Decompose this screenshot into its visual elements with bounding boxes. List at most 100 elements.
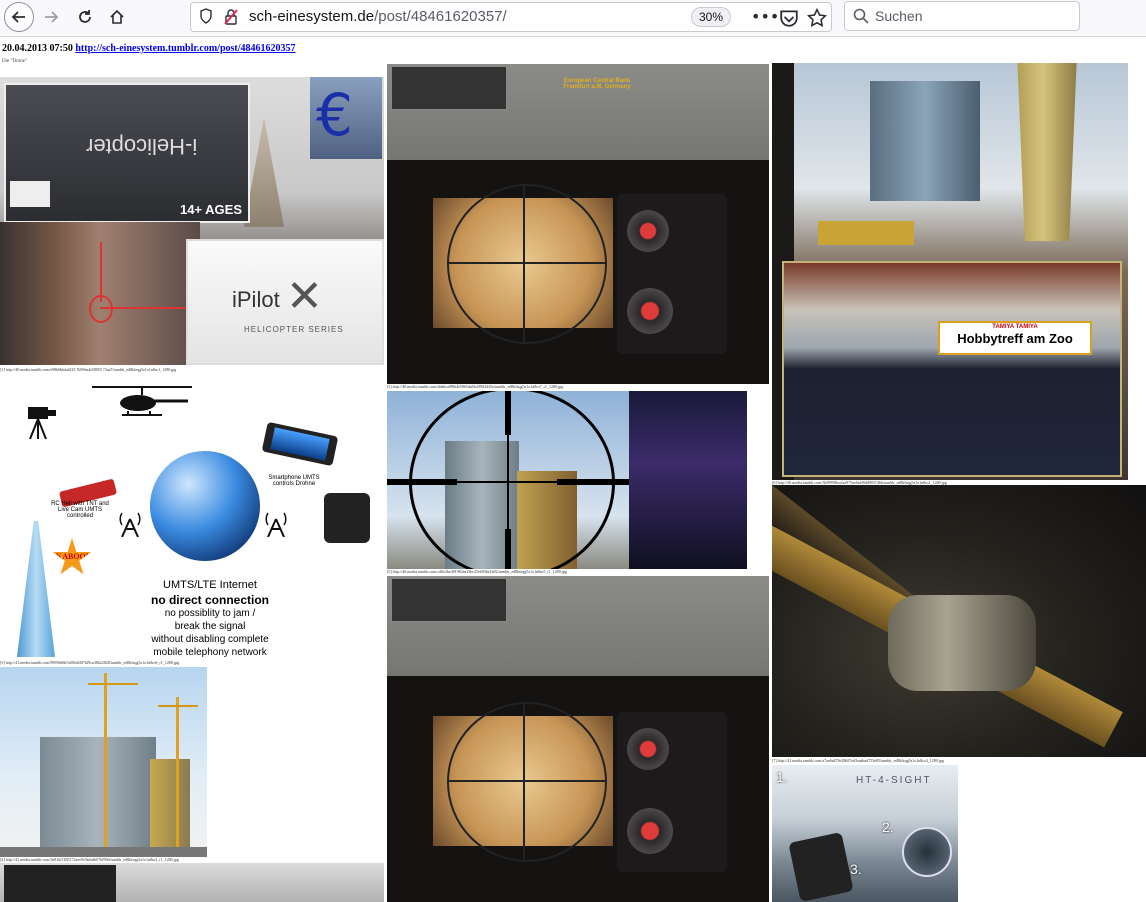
controller-panel [629,391,747,569]
image-caption: [5] http://40.media.tumblr.com/cd0e2be49… [387,569,567,574]
scope-view-image-bottom[interactable] [387,576,769,902]
antenna-icon [265,512,287,537]
marker-circle [89,295,113,323]
url-path: /post/48461620357/ [374,8,507,25]
reload-button[interactable] [70,2,100,32]
zoom-indicator[interactable]: 30% [691,7,731,27]
dark-closeup-image[interactable] [772,485,1146,757]
home-button[interactable] [102,2,132,32]
post-link[interactable]: http://sch-einesystem.tumblr.com/post/48… [75,43,295,54]
home-icon [110,9,124,24]
ipilot-series: HELICOPTER SERIES [244,325,344,334]
knob-icon [627,728,669,770]
reload-icon [79,10,91,23]
heli-label: RC Heli with TNT and Live Cam UMTS contr… [51,501,109,519]
helicopter-icon [92,386,192,416]
url-bar[interactable]: sch-einesystem.de/post/48461620357/ 30% … [190,2,832,32]
smartphone-icon [261,421,339,467]
scope-inset [4,865,116,902]
diagram-line-6: mobile telephony network [153,647,267,657]
diagram-line-1: UMTS/LTE Internet [163,579,257,591]
insecure-lock-icon[interactable] [223,8,239,26]
helicopter-box-label: i-Helicopter [86,134,198,159]
yellow-sign-shape [818,221,914,245]
url-text[interactable]: sch-einesystem.de/post/48461620357/ [249,8,507,25]
euro-icon: € [316,81,353,149]
post-date: 20.04.2013 07:50 [2,43,73,54]
step-3-label: 3. [850,861,862,877]
crosshair-bar [505,391,511,435]
ecb-scope-thumbnail[interactable] [0,863,384,902]
knob-icon [627,808,673,854]
tamiya-logo: TAMIYA TAMIYA [992,324,1038,330]
page-actions-icon[interactable]: ••• [751,7,779,27]
crosshair-ring [447,184,607,344]
arrow-right-icon [45,11,59,23]
bookmark-star-icon[interactable] [807,8,827,28]
diagram-line-3: no possiblity to jam / [164,608,256,619]
crosshair-horizontal [447,262,607,264]
diagram-line-4: break the signal [174,621,246,632]
scope-view-image-top[interactable]: European Central Bank Frankfurt a.M. Ger… [387,64,769,384]
step-2-label: 2. [882,819,894,835]
forward-button[interactable] [36,2,66,32]
image-caption: [3] http://41.media.tumblr.com/89938d6b7… [0,660,179,665]
pocket-icon[interactable] [779,8,799,28]
image-caption: [2] http://40.media.tumblr.com/dda6ca98b… [387,384,564,389]
x-logo-icon: ✕ [286,271,323,322]
drone-diagram-image[interactable]: Smartphone UMTS controls Drohne RC Heli … [0,373,384,657]
back-button[interactable] [4,2,34,32]
ht4sight-title: HT-4-SIGHT [856,775,932,786]
euro-sign-image: € [310,77,382,159]
helicopter-collage-image[interactable]: i-Helicopter 14+ AGES € ✕ iPilot HELICOP… [0,77,384,365]
ground-shape [0,847,207,857]
crosshair-horizontal [447,780,607,782]
crane-shape [104,673,107,857]
shield-icon[interactable] [199,8,213,24]
ipilot-box: ✕ iPilot HELICOPTER SERIES [186,239,384,365]
shop-front: TAMIYA TAMIYA Hobbytreff am Zoo [782,261,1122,477]
knob-icon [627,210,669,252]
crosshair-bar [505,529,511,569]
crosshair-ring [447,702,607,862]
crosshair-vertical [523,702,525,862]
crosshair-image[interactable] [387,391,747,569]
hobby-shop-image[interactable]: TAMIYA TAMIYA Hobbytreff am Zoo [772,63,1128,480]
marker-line [100,242,102,302]
diagram-line-2: no direct connection [150,593,269,607]
antenna-icon [119,512,141,537]
construction-site-image[interactable] [0,667,207,857]
search-box[interactable]: Suchen [844,1,1080,31]
handheld-device-icon [788,832,854,902]
price-tag [10,181,50,207]
diagram-line-5: without disabling complete [151,634,269,645]
shop-sign-text: Hobbytreff am Zoo [957,331,1073,346]
crosshair-bar [557,479,629,485]
post-header: 20.04.2013 07:50 http://sch-einesystem.t… [2,43,296,54]
image-caption: [4] http://41.media.tumblr.com/3e81bf748… [0,857,179,862]
camera-icon [28,407,56,440]
building-shape [40,737,156,857]
url-domain: sch-einesystem.de [249,8,375,25]
crane-jib [158,705,198,707]
browser-toolbar: sch-einesystem.de/post/48461620357/ 30% … [0,0,1146,37]
ht4sight-image[interactable]: 1. HT-4-SIGHT 2. 3. [772,765,958,902]
tower-icon [14,521,58,657]
search-icon [853,8,869,24]
controller-icon [324,493,370,543]
crane-shape [176,697,179,857]
post-subtitle: Die "Drone" [2,59,28,64]
person-circle [902,827,952,877]
image-caption: [7] http://41.media.tumblr.com/a7ae6a479… [772,758,944,763]
kaboom-explosion: KABOOM [52,538,94,575]
kaboom-text: KABOOM [56,552,94,561]
scope-inset [391,578,507,622]
scope-inset [391,66,507,110]
page-content: 20.04.2013 07:50 http://sch-einesystem.t… [0,37,1146,902]
tree-trunk-shape [1017,63,1077,241]
knob-icon [627,288,673,334]
ecb-label: European Central Bank Frankfurt a.M. Ger… [563,78,631,90]
ipilot-brand: iPilot [232,287,280,312]
umbrella-shape [244,117,284,227]
age-label: 14+ AGES [179,202,242,217]
